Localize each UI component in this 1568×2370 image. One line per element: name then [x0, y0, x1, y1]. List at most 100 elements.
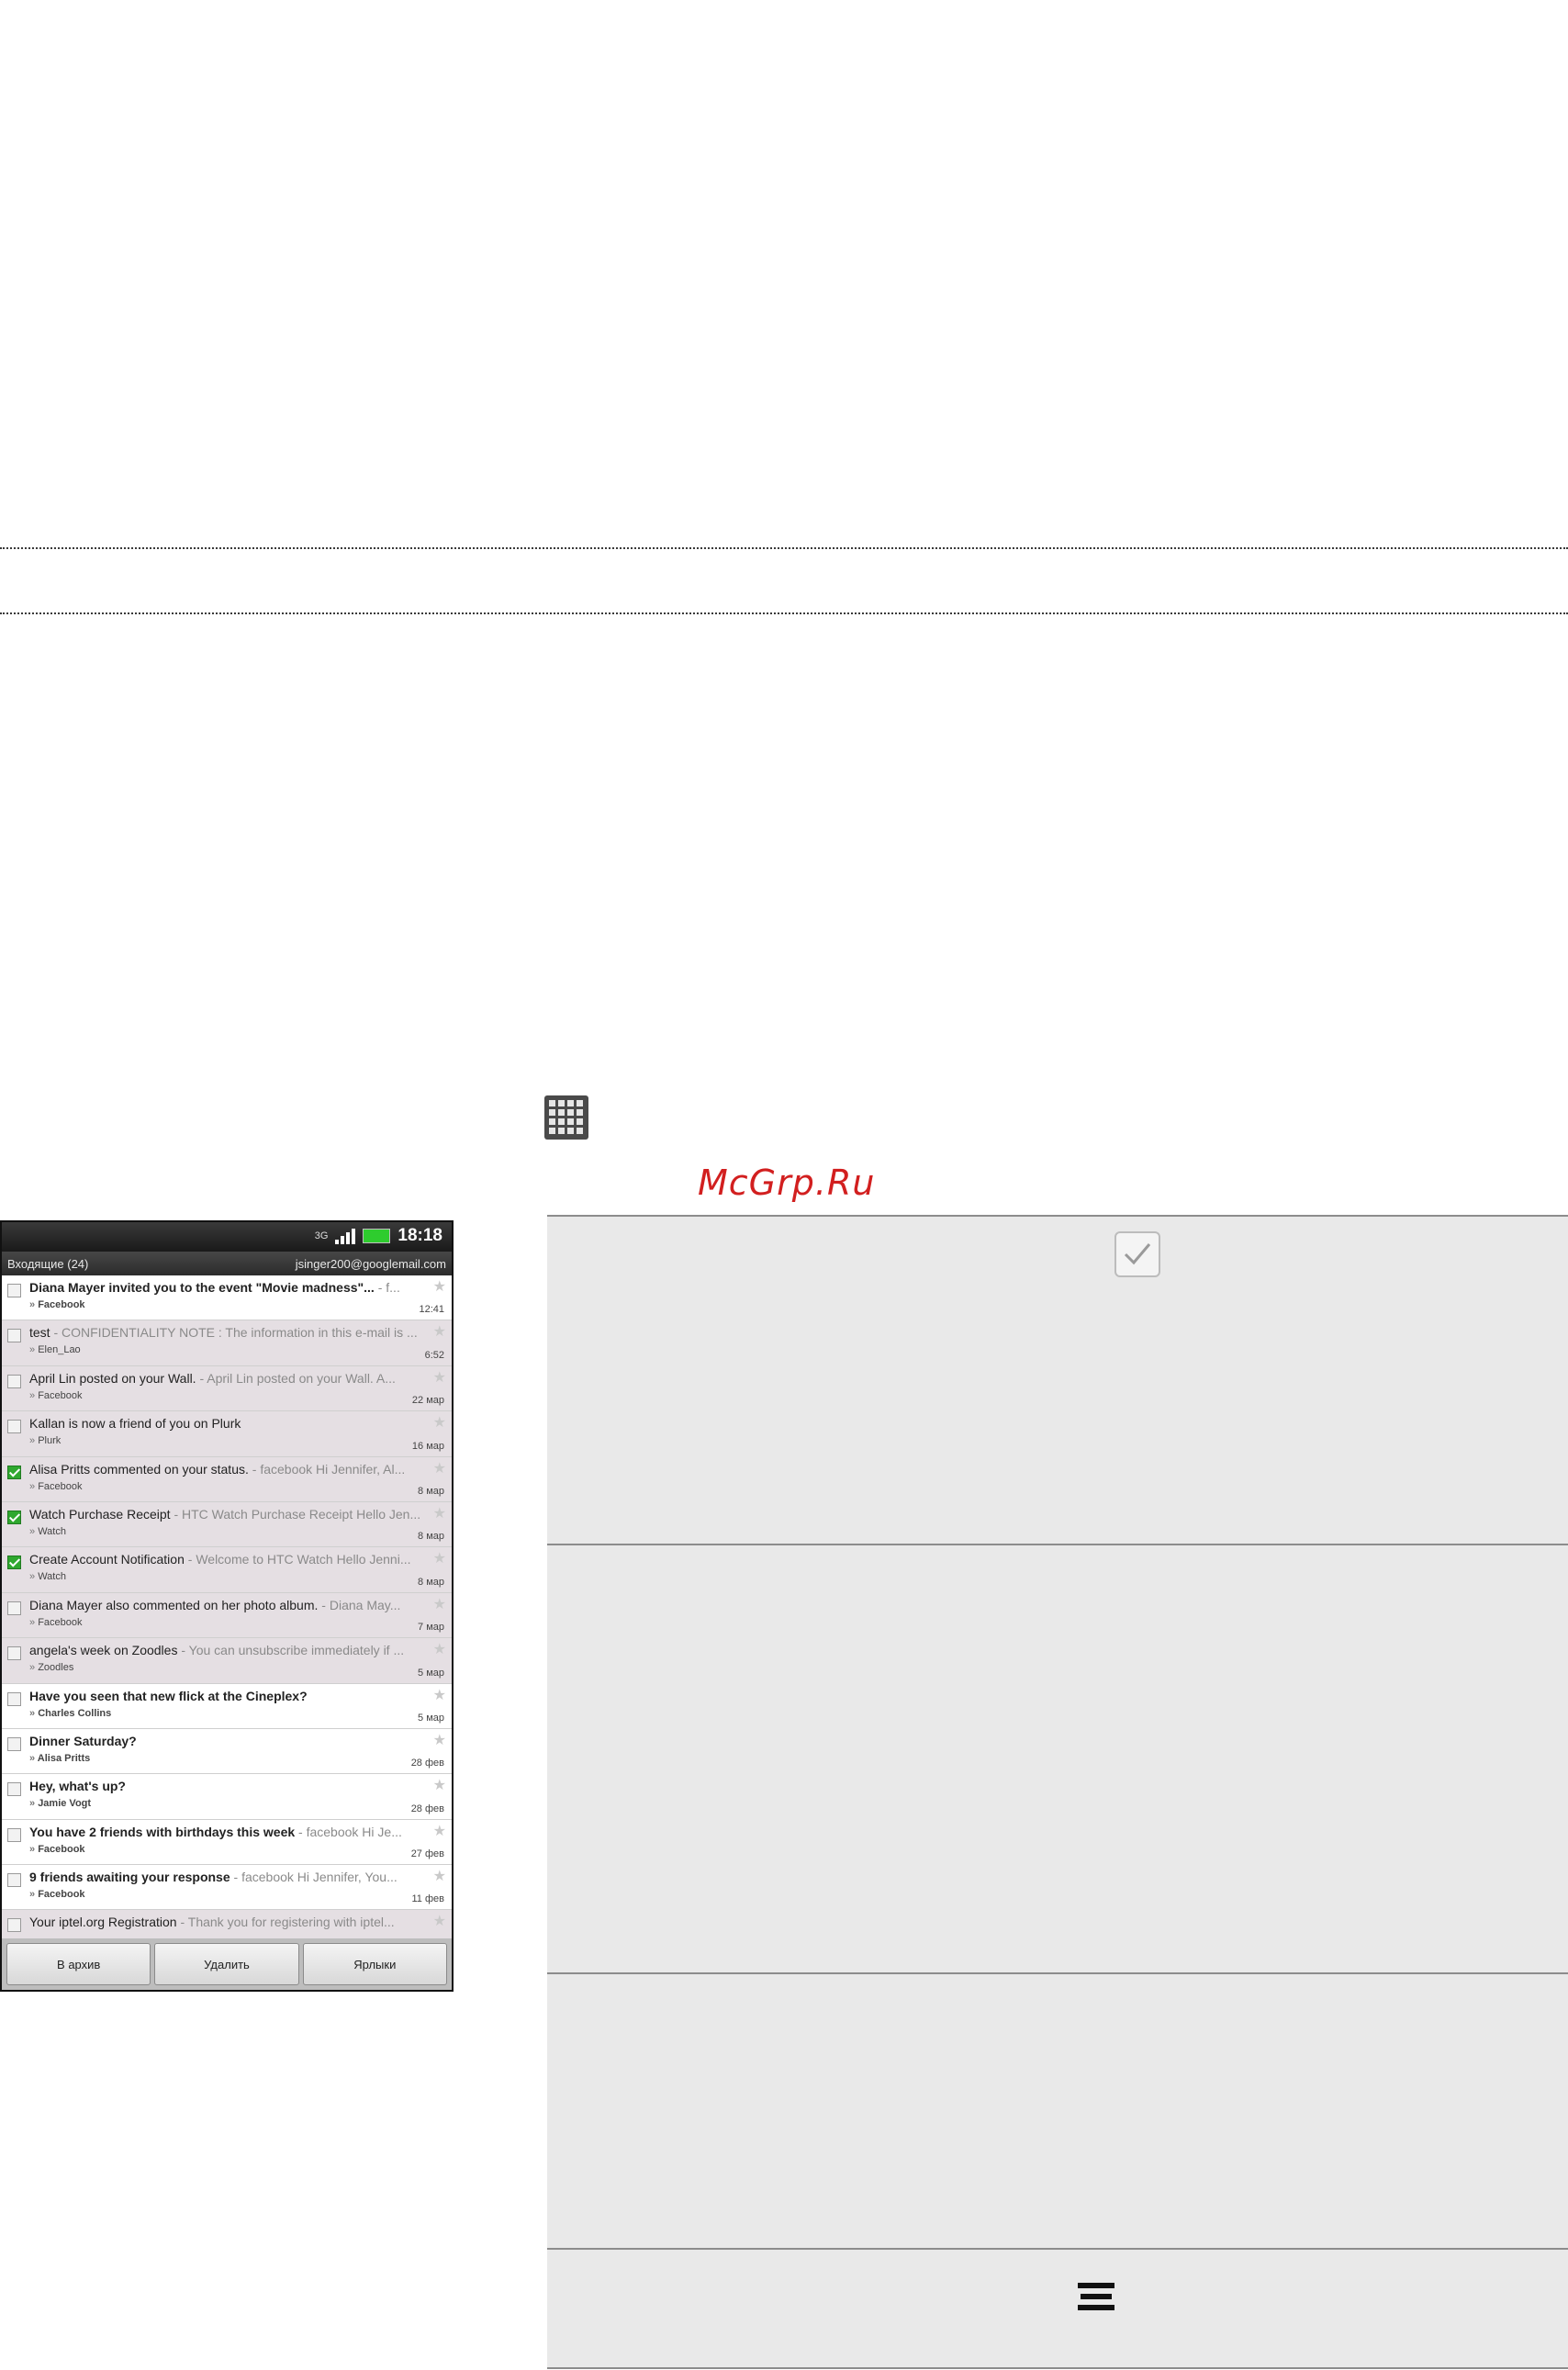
- message-subject-line: April Lin posted on your Wall. - April L…: [29, 1370, 424, 1387]
- all-apps-grid-icon: [544, 1095, 588, 1140]
- message-snippet: - f...: [374, 1280, 400, 1295]
- message-checkbox[interactable]: [7, 1873, 21, 1888]
- message-checkbox[interactable]: [7, 1556, 21, 1570]
- star-icon[interactable]: ★: [433, 1640, 446, 1658]
- status-bar: 3G 18:18: [2, 1222, 452, 1252]
- dotted-divider-bottom: [0, 612, 1568, 614]
- message-date: 22 мар: [411, 1395, 444, 1407]
- checkbox-checked-icon: [1114, 1231, 1160, 1277]
- message-subject: Have you seen that new flick at the Cine…: [29, 1688, 308, 1703]
- message-row[interactable]: Dinner Saturday? Alisa Pritts28 фев ★: [2, 1728, 452, 1775]
- message-row[interactable]: Diana Mayer also commented on her photo …: [2, 1592, 452, 1639]
- message-checkbox[interactable]: [7, 1918, 21, 1933]
- star-icon[interactable]: ★: [433, 1322, 446, 1341]
- message-row[interactable]: April Lin posted on your Wall. - April L…: [2, 1365, 452, 1412]
- message-checkbox[interactable]: [7, 1510, 21, 1524]
- star-icon[interactable]: ★: [433, 1595, 446, 1613]
- message-subject-line: Diana Mayer also commented on her photo …: [29, 1597, 424, 1614]
- message-date: 8 мар: [418, 1485, 444, 1497]
- message-row[interactable]: Diana Mayer invited you to the event "Mo…: [2, 1275, 452, 1321]
- message-checkbox[interactable]: [7, 1827, 21, 1842]
- message-row[interactable]: Have you seen that new flick at the Cine…: [2, 1683, 452, 1729]
- message-row[interactable]: angela's week on Zoodles - You can unsub…: [2, 1638, 452, 1684]
- message-checkbox[interactable]: [7, 1374, 21, 1388]
- message-label: Facebook: [29, 1617, 446, 1628]
- message-checkbox[interactable]: [7, 1284, 21, 1297]
- message-subject: Create Account Notification: [29, 1552, 185, 1567]
- message-checkbox[interactable]: [7, 1465, 21, 1479]
- message-label: Facebook: [29, 1889, 446, 1900]
- message-row[interactable]: Watch Purchase Receipt - HTC Watch Purch…: [2, 1501, 452, 1548]
- account-address: jsinger200@googlemail.com: [295, 1256, 446, 1271]
- table-row: [547, 1215, 1568, 1544]
- message-label: Facebook: [29, 1481, 446, 1492]
- message-row[interactable]: Alisa Pritts commented on your status. -…: [2, 1456, 452, 1502]
- message-row[interactable]: test - CONFIDENTIALITY NOTE : The inform…: [2, 1320, 452, 1366]
- message-date: 28 фев: [410, 1803, 444, 1814]
- message-snippet: - Thank you for registering with iptel..…: [176, 1915, 395, 1930]
- message-subject: Watch Purchase Receipt: [29, 1506, 171, 1522]
- message-subject: Hey, what's up?: [29, 1779, 126, 1794]
- message-row[interactable]: Kallan is now a friend of you on Plurk Pl…: [2, 1411, 452, 1457]
- archive-button[interactable]: В архив: [6, 1943, 151, 1985]
- message-row[interactable]: Create Account Notification - Welcome to…: [2, 1547, 452, 1593]
- star-icon[interactable]: ★: [433, 1686, 446, 1704]
- message-checkbox[interactable]: [7, 1601, 21, 1615]
- message-date: 7 мар: [418, 1622, 444, 1634]
- message-row[interactable]: 9 friends awaiting your response - faceb…: [2, 1865, 452, 1911]
- message-date: 27 фев: [410, 1848, 444, 1860]
- message-label: Jamie Vogt: [29, 1798, 446, 1809]
- message-checkbox[interactable]: [7, 1420, 21, 1434]
- message-checkbox[interactable]: [7, 1646, 21, 1661]
- message-subject: test: [29, 1325, 50, 1341]
- message-row[interactable]: Hey, what's up? Jamie Vogt28 фев ★: [2, 1774, 452, 1820]
- message-subject: Kallan is now a friend of you on Plurk: [29, 1416, 241, 1432]
- table-row: [547, 1972, 1568, 2248]
- message-snippet: - Welcome to HTC Watch Hello Jenni...: [184, 1552, 411, 1567]
- message-subject: Dinner Saturday?: [29, 1733, 137, 1748]
- star-icon[interactable]: ★: [433, 1459, 446, 1477]
- message-checkbox[interactable]: [7, 1782, 21, 1797]
- star-icon[interactable]: ★: [433, 1413, 446, 1432]
- star-icon[interactable]: ★: [433, 1368, 446, 1387]
- message-snippet: - You can unsubscribe immediately if ...: [177, 1643, 405, 1658]
- labels-button[interactable]: Ярлыки: [302, 1943, 447, 1985]
- star-icon[interactable]: ★: [433, 1776, 446, 1794]
- table-row: [547, 2248, 1568, 2369]
- message-subject: Your iptel.org Registration: [29, 1915, 177, 1930]
- message-subject-line: Dinner Saturday?: [29, 1733, 424, 1750]
- menu-icon: [1078, 2283, 1114, 2314]
- message-date: 8 мар: [418, 1576, 444, 1588]
- message-checkbox[interactable]: [7, 1736, 21, 1751]
- star-icon[interactable]: ★: [433, 1867, 446, 1885]
- message-label: Facebook: [29, 1844, 446, 1855]
- star-icon[interactable]: ★: [433, 1912, 446, 1930]
- message-subject: You have 2 friends with birthdays this w…: [29, 1824, 296, 1839]
- message-row[interactable]: You have 2 friends with birthdays this w…: [2, 1819, 452, 1866]
- table-row: [547, 1544, 1568, 1972]
- message-subject-line: You have 2 friends with birthdays this w…: [29, 1824, 424, 1841]
- action-bar: В архив Удалить Ярлыки: [2, 1938, 452, 1990]
- message-subject: Diana Mayer invited you to the event "Mo…: [29, 1280, 375, 1295]
- message-label: Elen_Lao: [29, 1344, 446, 1355]
- message-snippet: - HTC Watch Purchase Receipt Hello Jen..…: [170, 1506, 421, 1522]
- message-subject-line: 9 friends awaiting your response - faceb…: [29, 1869, 424, 1886]
- dotted-divider-top: [0, 547, 1568, 549]
- message-checkbox[interactable]: [7, 1691, 21, 1706]
- message-subject-line: Kallan is now a friend of you on Plurk: [29, 1415, 424, 1432]
- star-icon[interactable]: ★: [433, 1731, 446, 1749]
- message-snippet: - facebook Hi Jennifer, You...: [230, 1870, 398, 1885]
- battery-icon: [363, 1229, 391, 1243]
- message-checkbox[interactable]: [7, 1329, 21, 1343]
- message-snippet: - facebook Hi Je...: [295, 1824, 402, 1839]
- star-icon[interactable]: ★: [433, 1504, 446, 1522]
- message-snippet: - CONFIDENTIALITY NOTE : The information…: [50, 1325, 418, 1341]
- message-date: 6:52: [424, 1349, 444, 1361]
- star-icon[interactable]: ★: [433, 1277, 446, 1296]
- delete-button[interactable]: Удалить: [154, 1943, 299, 1985]
- star-icon[interactable]: ★: [433, 1822, 446, 1840]
- star-icon[interactable]: ★: [433, 1549, 446, 1567]
- message-label: Facebook: [29, 1299, 446, 1310]
- message-label: Watch: [29, 1571, 446, 1582]
- gmail-inbox-screenshot: 3G 18:18 Входящие (24) jsinger200@google…: [0, 1220, 454, 1992]
